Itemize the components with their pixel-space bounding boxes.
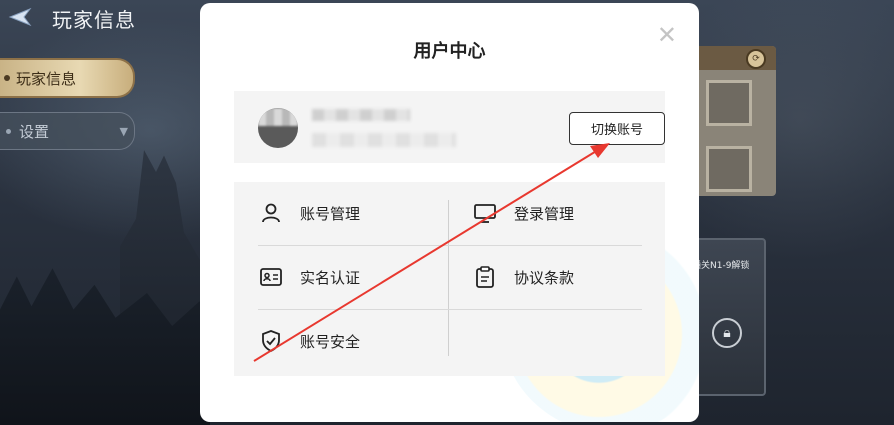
annotation-arrow bbox=[253, 143, 610, 362]
